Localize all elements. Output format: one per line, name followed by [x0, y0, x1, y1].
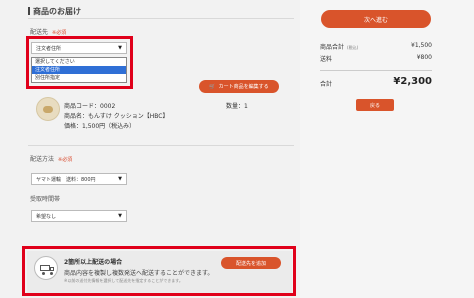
shipping-method-label: 配送方法 ※必須: [30, 156, 73, 163]
product-code: 商品コード：0002: [64, 103, 116, 110]
receive-time-select[interactable]: 希望なし ▼: [31, 210, 127, 222]
product-quantity: 数量：1: [226, 103, 248, 110]
next-button-label: 次へ進む: [363, 16, 388, 24]
receive-time-label: 受取時間帯: [30, 196, 61, 203]
cart-icon: 🛒: [209, 83, 216, 90]
subtotal-note: (税込): [347, 45, 359, 50]
total-label: 合計: [320, 81, 333, 88]
subtotal-value: ¥1,500: [411, 42, 432, 49]
subtotal-label: 商品合計: [320, 44, 345, 51]
divider: [320, 70, 432, 71]
next-button[interactable]: 次へ進む: [321, 10, 431, 28]
shipping-label: 送料: [320, 56, 333, 63]
product-price: 価格：1,500円（税込み）: [64, 123, 136, 130]
subtotal-row: 商品合計 (税込) ¥1,500: [320, 42, 432, 51]
product-image: [36, 97, 60, 121]
delivery-address-label: 配送先 ※必須: [30, 29, 67, 36]
chevron-down-icon: ▼: [118, 176, 122, 182]
shipping-method-value: ヤマト運輸 送料：800円: [36, 176, 96, 183]
highlight-delivery-select: [26, 36, 133, 89]
edit-cart-label: カート商品を編集する: [218, 84, 269, 90]
back-button[interactable]: 戻る: [356, 99, 394, 111]
shipping-method-select[interactable]: ヤマト運輸 送料：800円 ▼: [31, 173, 127, 185]
shipping-row: 送料 ¥800: [320, 54, 432, 63]
divider: [28, 18, 294, 19]
divider: [28, 145, 294, 146]
edit-cart-button[interactable]: 🛒 カート商品を編集する: [199, 80, 279, 93]
highlight-additional-destination: [22, 246, 296, 296]
receive-time-value: 希望なし: [36, 213, 57, 220]
chevron-down-icon: ▼: [118, 213, 122, 219]
total-value: ¥2,300: [393, 76, 432, 87]
shipping-value: ¥800: [416, 54, 432, 61]
product-name: 商品名：もんすけ クッション【HBC】: [64, 113, 169, 120]
section-title: 商品のお届け: [28, 6, 81, 17]
